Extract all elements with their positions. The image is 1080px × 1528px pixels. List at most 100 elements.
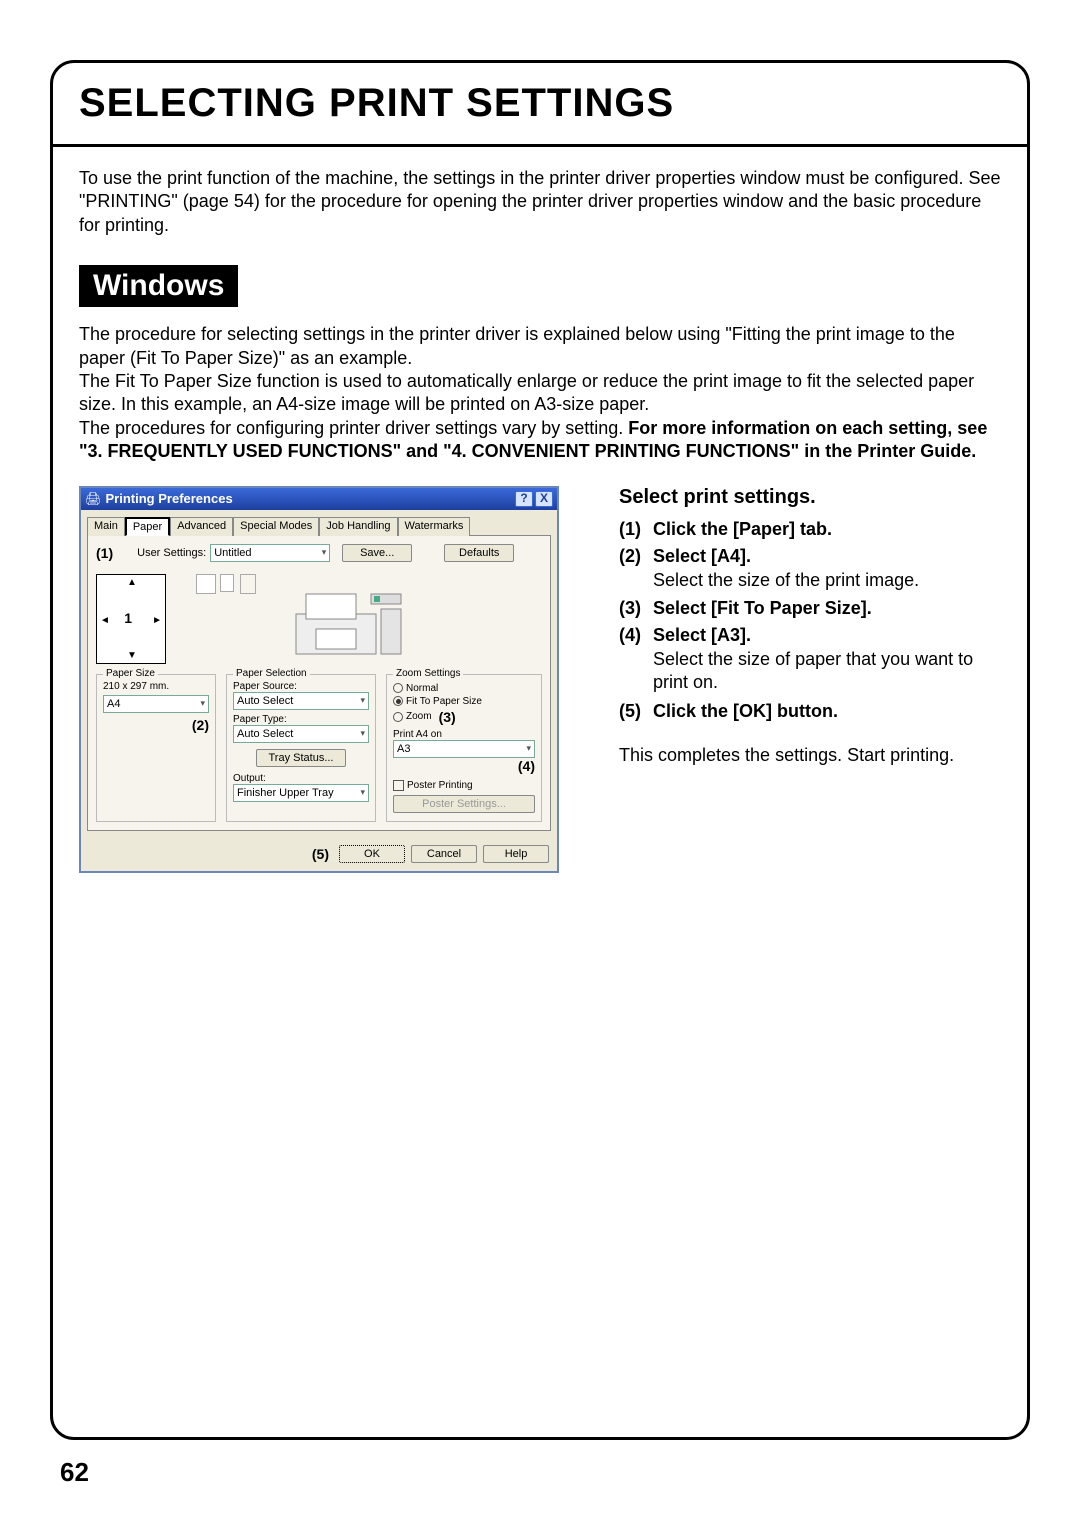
preview-sheet: ▲ ▼ ◄ ► 1 — [96, 574, 166, 664]
tray-status-button[interactable]: Tray Status... — [256, 749, 346, 767]
page-number: 62 — [60, 1457, 89, 1488]
preview-row: ▲ ▼ ◄ ► 1 — [96, 568, 542, 674]
orientation-icons — [196, 574, 234, 594]
tab-paper[interactable]: Paper — [125, 517, 170, 536]
step-2-note: Select the size of the print image. — [653, 569, 1001, 592]
step-5: (5) Click the [OK] button. — [619, 701, 1001, 722]
steps-title: Select print settings. — [619, 486, 1001, 509]
step-1: (1) Click the [Paper] tab. — [619, 519, 1001, 540]
content: To use the print function of the machine… — [53, 147, 1027, 873]
layout-icon[interactable] — [240, 574, 256, 594]
settings-panels: Paper Size 210 x 297 mm. A4 ▾ (2) Paper … — [96, 674, 542, 822]
paper-type-value: Auto Select — [237, 728, 293, 740]
close-button[interactable]: X — [535, 491, 553, 507]
printer-icon — [286, 574, 406, 664]
dialog-footer: (5) OK Cancel Help — [81, 837, 557, 871]
tab-special-modes[interactable]: Special Modes — [233, 517, 319, 536]
callout-2: (2) — [103, 717, 209, 733]
print-on-combo[interactable]: A3 ▾ — [393, 740, 535, 758]
poster-checkbox[interactable]: Poster Printing — [393, 780, 535, 791]
dialog-window: 🖨 Printing Preferences ? X Main Paper Ad… — [79, 486, 559, 873]
user-settings-value: Untitled — [214, 547, 251, 559]
step-3: (3) Select [Fit To Paper Size]. — [619, 598, 1001, 619]
closing-text: This completes the settings. Start print… — [619, 744, 1001, 767]
arrow-down-icon: ▼ — [127, 650, 137, 661]
step-4-num: (4) — [619, 625, 653, 646]
preview-page-number: 1 — [124, 610, 132, 626]
group-paper-size: Paper Size 210 x 297 mm. A4 ▾ (2) — [96, 674, 216, 822]
page-title: SELECTING PRINT SETTINGS — [79, 81, 1001, 126]
chevron-down-icon: ▾ — [200, 698, 205, 709]
user-settings-combo[interactable]: Untitled ▾ — [210, 544, 330, 562]
proc-p3a: The procedures for configuring printer d… — [79, 418, 628, 438]
step-2-text: Select [A4]. — [653, 546, 751, 567]
defaults-button[interactable]: Defaults — [444, 544, 514, 562]
callout-3: (3) — [439, 709, 456, 725]
step-5-num: (5) — [619, 701, 653, 722]
paper-size-value: A4 — [107, 698, 120, 710]
callout-1: (1) — [96, 545, 113, 561]
callout-4: (4) — [393, 758, 535, 774]
orientation-icon-1[interactable] — [196, 574, 216, 594]
ok-button[interactable]: OK — [339, 845, 405, 863]
radio-fit-to-paper[interactable]: Fit To Paper Size — [393, 696, 535, 707]
tab-advanced[interactable]: Advanced — [170, 517, 233, 536]
paper-size-dim: 210 x 297 mm. — [103, 681, 209, 692]
step-4: (4) Select [A3]. — [619, 625, 1001, 646]
step-2: (2) Select [A4]. — [619, 546, 1001, 567]
step-1-num: (1) — [619, 519, 653, 540]
print-on-label: Print A4 on — [393, 729, 535, 740]
step-1-text: Click the [Paper] tab. — [653, 519, 832, 540]
zoom-legend: Zoom Settings — [393, 668, 463, 679]
chevron-down-icon: ▾ — [526, 743, 531, 754]
paper-type-combo[interactable]: Auto Select▾ — [233, 725, 369, 743]
columns: 🖨 Printing Preferences ? X Main Paper Ad… — [79, 486, 1001, 873]
title-box: SELECTING PRINT SETTINGS — [53, 63, 1027, 147]
user-settings-label: User Settings: — [137, 547, 206, 559]
save-button[interactable]: Save... — [342, 544, 412, 562]
tab-bar: Main Paper Advanced Special Modes Job Ha… — [81, 510, 557, 535]
output-label: Output: — [233, 773, 369, 784]
os-label: Windows — [79, 265, 238, 307]
paper-source-value: Auto Select — [237, 695, 293, 707]
step-3-text: Select [Fit To Paper Size]. — [653, 598, 872, 619]
radio-normal[interactable]: Normal — [393, 683, 535, 694]
dialog-titlebar: 🖨 Printing Preferences ? X — [81, 488, 557, 510]
callout-5: (5) — [312, 846, 329, 862]
print-on-value: A3 — [397, 743, 410, 755]
procedure-text: The procedure for selecting settings in … — [79, 323, 1001, 463]
user-settings-row: (1) User Settings: Untitled ▾ Save... De… — [96, 544, 542, 562]
arrow-right-icon: ► — [152, 615, 162, 626]
step-4-text: Select [A3]. — [653, 625, 751, 646]
orientation-icon-2[interactable] — [220, 574, 234, 592]
app-icon: 🖨 — [85, 491, 102, 507]
tab-job-handling[interactable]: Job Handling — [319, 517, 397, 536]
paper-selection-legend: Paper Selection — [233, 668, 310, 679]
tab-body: (1) User Settings: Untitled ▾ Save... De… — [87, 535, 551, 831]
dialog-screenshot: 🖨 Printing Preferences ? X Main Paper Ad… — [79, 486, 559, 873]
paper-source-combo[interactable]: Auto Select ▾ — [233, 692, 369, 710]
page-frame: SELECTING PRINT SETTINGS To use the prin… — [50, 60, 1030, 1440]
cancel-button[interactable]: Cancel — [411, 845, 477, 863]
output-combo[interactable]: Finisher Upper Tray ▾ — [233, 784, 369, 802]
proc-p2: The Fit To Paper Size function is used t… — [79, 371, 974, 414]
help-button[interactable]: Help — [483, 845, 549, 863]
paper-size-combo[interactable]: A4 ▾ — [103, 695, 209, 713]
intro-text: To use the print function of the machine… — [79, 167, 1001, 237]
tab-watermarks[interactable]: Watermarks — [398, 517, 471, 536]
poster-settings-button: Poster Settings... — [393, 795, 535, 813]
chevron-down-icon: ▾ — [360, 695, 365, 706]
proc-p1: The procedure for selecting settings in … — [79, 324, 955, 367]
step-2-num: (2) — [619, 546, 653, 567]
chevron-down-icon: ▾ — [360, 787, 365, 798]
paper-type-label: Paper Type: — [233, 714, 369, 725]
help-button[interactable]: ? — [515, 491, 533, 507]
radio-zoom[interactable]: Zoom (3) — [393, 709, 535, 725]
arrow-left-icon: ◄ — [100, 615, 110, 626]
chevron-down-icon: ▾ — [322, 547, 327, 558]
output-value: Finisher Upper Tray — [237, 787, 334, 799]
printer-illustration — [286, 574, 406, 664]
group-paper-selection: Paper Selection Paper Source: Auto Selec… — [226, 674, 376, 822]
steps-column: Select print settings. (1) Click the [Pa… — [619, 486, 1001, 873]
tab-main[interactable]: Main — [87, 517, 125, 536]
